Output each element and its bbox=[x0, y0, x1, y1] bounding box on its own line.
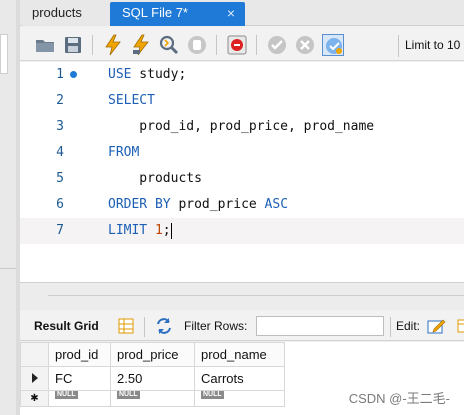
code-text: ORDER BY prod_price ASC bbox=[108, 192, 288, 218]
filter-rows-label: Filter Rows: bbox=[184, 319, 248, 333]
cell-prod-price[interactable]: 2.50 bbox=[110, 366, 195, 391]
code-text: LIMIT 1; bbox=[108, 218, 172, 244]
new-row[interactable]: ✱ NULL NULL NULL bbox=[20, 390, 285, 407]
code-text: USE study; bbox=[108, 62, 186, 88]
toolbar-separator bbox=[216, 35, 217, 55]
result-grid: prod_id prod_price prod_name FC 2.50 Car… bbox=[20, 342, 464, 415]
result-table: prod_id prod_price prod_name FC 2.50 Car… bbox=[20, 342, 285, 407]
new-row-marker-icon[interactable]: ✱ bbox=[20, 390, 49, 407]
rollback-icon[interactable] bbox=[294, 34, 316, 56]
code-text: SELECT bbox=[108, 88, 155, 114]
workbench-window: products SQL File 7* × Limit to 10 1 USE… bbox=[0, 0, 464, 415]
editor-line[interactable]: 2 SELECT bbox=[20, 88, 464, 114]
line-number: 6 bbox=[56, 197, 64, 212]
tab-sql-file-7[interactable]: SQL File 7* × bbox=[110, 2, 245, 26]
null-cell[interactable]: NULL bbox=[110, 390, 195, 407]
sql-text: study; bbox=[131, 67, 187, 82]
editor-line[interactable]: 7 LIMIT 1; bbox=[20, 218, 464, 244]
execute-icon[interactable] bbox=[102, 34, 124, 56]
sql-editor[interactable]: 1 USE study; 2 SELECT 3 prod_id, prod_price,… bbox=[20, 62, 464, 282]
commit-icon[interactable] bbox=[266, 34, 288, 56]
splitter-line bbox=[48, 295, 464, 296]
line-number: 2 bbox=[56, 93, 64, 108]
left-sidebar-panel bbox=[0, 0, 20, 415]
tab-label: SQL File 7* bbox=[122, 5, 188, 20]
filter-rows-input[interactable] bbox=[256, 316, 384, 336]
code-text: prod_id, prod_price, prod_name bbox=[108, 114, 374, 140]
sql-text: products bbox=[108, 171, 202, 186]
editor-line[interactable]: 4 FROM bbox=[20, 140, 464, 166]
grid-layout-icon[interactable] bbox=[116, 316, 136, 336]
execute-current-icon[interactable] bbox=[130, 34, 152, 56]
open-folder-icon[interactable] bbox=[34, 34, 56, 56]
cell-prod-name[interactable]: Carrots bbox=[194, 366, 285, 391]
sql-keyword: FROM bbox=[108, 145, 140, 160]
column-header[interactable]: prod_price bbox=[110, 342, 195, 367]
close-icon[interactable]: × bbox=[227, 2, 235, 24]
sql-keyword: ORDER BY bbox=[108, 197, 171, 212]
sql-keyword: LIMIT bbox=[108, 223, 148, 238]
header-row: prod_id prod_price prod_name bbox=[20, 342, 285, 367]
statement-marker-icon bbox=[70, 71, 77, 78]
explain-icon[interactable] bbox=[158, 34, 180, 56]
text-caret bbox=[170, 222, 172, 239]
editor-line[interactable]: 6 ORDER BY prod_price ASC bbox=[20, 192, 464, 218]
save-icon[interactable] bbox=[62, 34, 84, 56]
limit-rows-select[interactable]: Limit to 10 bbox=[398, 35, 464, 57]
cell-prod-id[interactable]: FC bbox=[48, 366, 111, 391]
null-cell[interactable]: NULL bbox=[48, 390, 111, 407]
editor-line[interactable]: 5 products bbox=[20, 166, 464, 192]
current-row-marker-icon[interactable] bbox=[20, 366, 49, 391]
refresh-icon[interactable] bbox=[154, 316, 174, 336]
line-number: 7 bbox=[56, 223, 64, 238]
sql-editor-toolbar: Limit to 10 bbox=[20, 27, 464, 61]
table-row[interactable]: FC 2.50 Carrots bbox=[20, 366, 285, 391]
column-header[interactable]: prod_id bbox=[48, 342, 111, 367]
sql-keyword: SELECT bbox=[108, 93, 155, 108]
add-row-icon[interactable] bbox=[456, 316, 464, 336]
null-cell[interactable]: NULL bbox=[194, 390, 285, 407]
sql-text: prod_id, prod_price, prod_name bbox=[108, 119, 375, 134]
sql-keyword: USE bbox=[108, 67, 132, 82]
sql-text: ; bbox=[162, 223, 171, 238]
sidebar-scrollbar[interactable] bbox=[0, 34, 8, 74]
line-number: 5 bbox=[56, 171, 64, 186]
stop-icon[interactable] bbox=[186, 34, 208, 56]
toolbar-separator bbox=[144, 317, 145, 337]
watermark-text: CSDN @-王二毛- bbox=[348, 391, 450, 406]
editor-line[interactable]: 3 prod_id, prod_price, prod_name bbox=[20, 114, 464, 140]
tab-products[interactable]: products bbox=[22, 2, 110, 26]
toolbar-separator bbox=[256, 35, 257, 55]
tab-label: products bbox=[32, 5, 82, 20]
code-text: products bbox=[108, 166, 202, 192]
edit-label: Edit: bbox=[396, 319, 421, 333]
edit-cell-icon[interactable] bbox=[426, 316, 446, 336]
line-number: 3 bbox=[56, 119, 64, 134]
stop-on-error-icon[interactable] bbox=[226, 34, 248, 56]
editor-tab-bar: products SQL File 7* × bbox=[20, 0, 464, 26]
sql-keyword: ASC bbox=[264, 197, 289, 212]
line-number: 4 bbox=[56, 145, 64, 160]
result-grid-toolbar: Result Grid Filter Rows: Edit: bbox=[20, 311, 464, 341]
sql-number: 1 bbox=[154, 223, 163, 238]
column-header[interactable]: prod_name bbox=[194, 342, 285, 367]
sql-text: prod_price bbox=[170, 197, 265, 212]
row-header-corner bbox=[20, 342, 49, 367]
editor-line[interactable]: 1 USE study; bbox=[20, 62, 464, 88]
toolbar-separator bbox=[390, 317, 391, 337]
code-text: FROM bbox=[108, 140, 139, 166]
result-grid-tab[interactable]: Result Grid bbox=[34, 319, 99, 333]
autocommit-icon[interactable] bbox=[322, 34, 344, 56]
toolbar-separator bbox=[92, 35, 93, 55]
editor-results-splitter[interactable] bbox=[20, 282, 464, 310]
line-number: 1 bbox=[56, 67, 64, 82]
